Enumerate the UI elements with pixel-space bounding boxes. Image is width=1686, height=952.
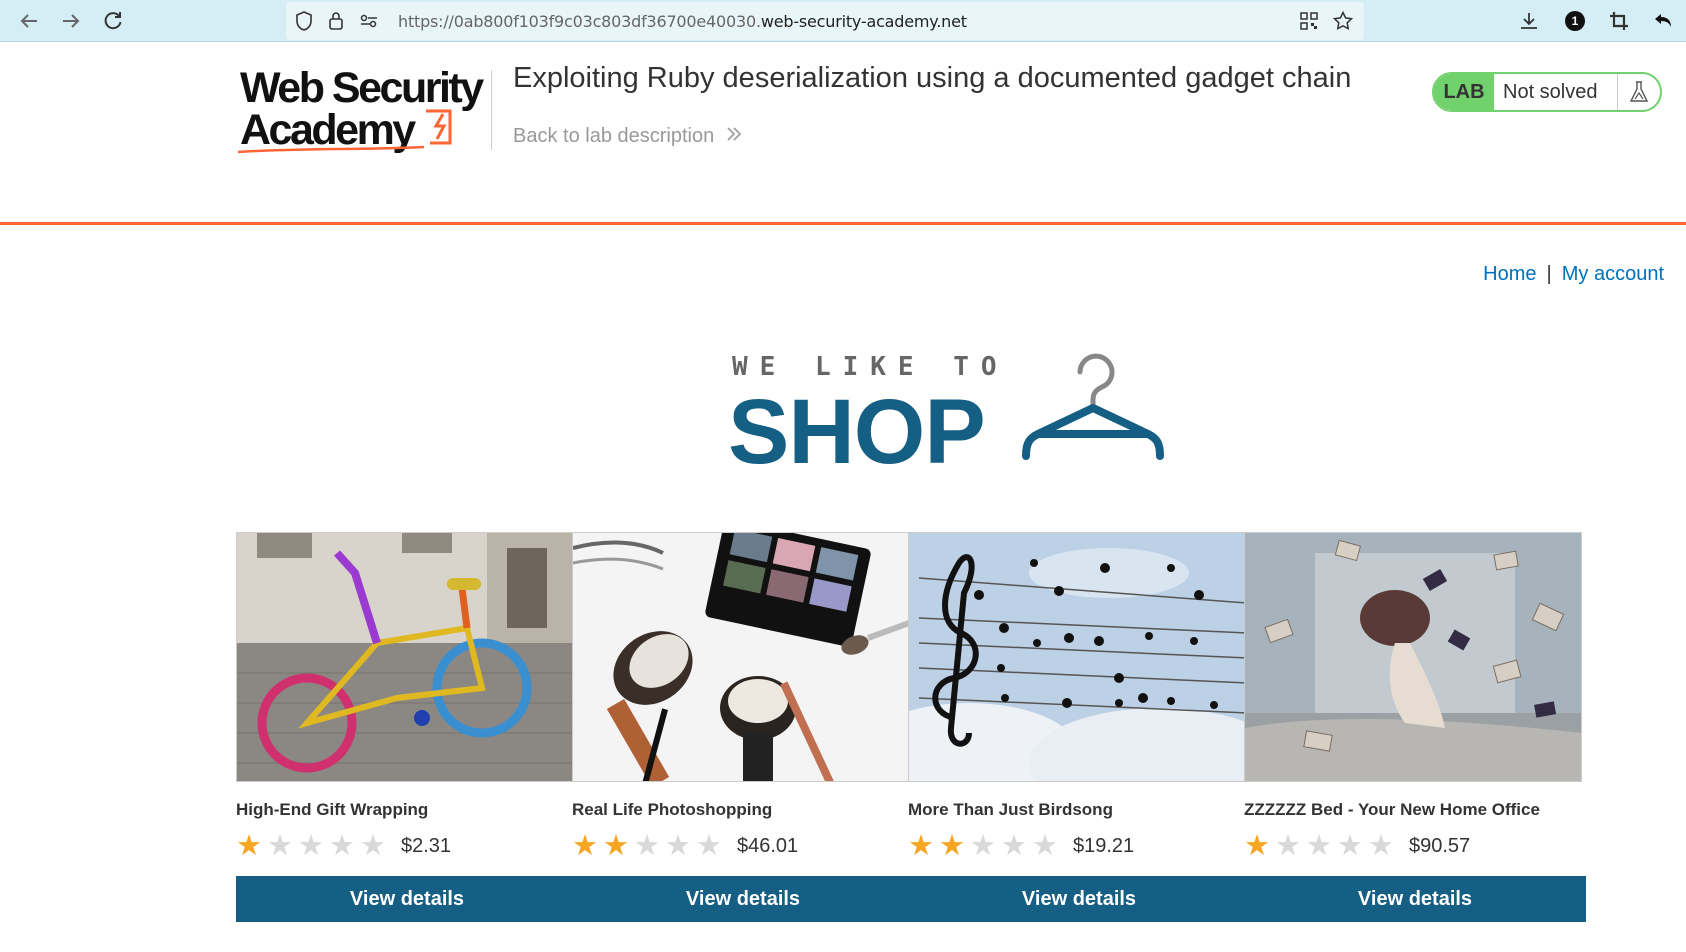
product-rating-row: ★ ★ ★ ★ ★ $46.01 bbox=[572, 830, 914, 862]
product-name: High-End Gift Wrapping bbox=[236, 800, 429, 819]
lab-label: LAB bbox=[1434, 74, 1494, 110]
product-price: $19.21 bbox=[1073, 834, 1135, 857]
star-empty-icon: ★ bbox=[970, 830, 996, 862]
product-card: High-End Gift Wrapping ★ ★ ★ ★ ★ $2.31 View … bbox=[236, 532, 578, 922]
hero-title: SHOP bbox=[728, 381, 986, 483]
my-account-link[interactable]: My account bbox=[1562, 263, 1664, 285]
extension-badge-icon[interactable]: 1 bbox=[1562, 8, 1588, 34]
back-icon[interactable] bbox=[14, 7, 44, 35]
product-price: $90.57 bbox=[1409, 834, 1471, 857]
view-details-button[interactable]: View details bbox=[1244, 876, 1586, 922]
product-price: $46.01 bbox=[737, 834, 799, 857]
product-price: $2.31 bbox=[401, 834, 452, 857]
flask-icon bbox=[1618, 74, 1660, 110]
star-empty-icon: ★ bbox=[298, 830, 324, 862]
star-filled-icon: ★ bbox=[908, 830, 934, 862]
shop-hero: WE LIKE TO SHOP bbox=[728, 350, 1168, 483]
star-empty-icon: ★ bbox=[1275, 830, 1301, 862]
svg-text:Academy: Academy bbox=[240, 106, 416, 154]
star-empty-icon: ★ bbox=[329, 830, 355, 862]
star-filled-icon: ★ bbox=[939, 830, 965, 862]
lab-header: Web Security Academy Exploiting Ruby des… bbox=[0, 42, 1686, 225]
product-grid: High-End Gift Wrapping ★ ★ ★ ★ ★ $2.31 View … bbox=[236, 532, 1662, 932]
back-link-label: Back to lab description bbox=[513, 125, 715, 147]
star-empty-icon: ★ bbox=[634, 830, 660, 862]
view-details-button[interactable]: View details bbox=[572, 876, 914, 922]
bookmark-star-icon[interactable] bbox=[1332, 10, 1354, 32]
star-rating: ★ ★ ★ ★ ★ bbox=[236, 830, 391, 862]
product-card: ZZZZZZ Bed - Your New Home Office ★ ★ ★ ★ ★ … bbox=[1244, 532, 1586, 922]
product-card: More Than Just Birdsong ★ ★ ★ ★ ★ $19.21 Vie… bbox=[908, 532, 1250, 922]
address-bar[interactable]: https://0ab800f103f9c03c803df36700e40030… bbox=[286, 2, 1364, 40]
url-text: https://0ab800f103f9c03c803df36700e40030… bbox=[398, 12, 967, 31]
star-empty-icon: ★ bbox=[665, 830, 691, 862]
star-empty-icon: ★ bbox=[1001, 830, 1027, 862]
star-empty-icon: ★ bbox=[1306, 830, 1332, 862]
star-filled-icon: ★ bbox=[1244, 830, 1270, 862]
star-rating: ★ ★ ★ ★ ★ bbox=[572, 830, 727, 862]
star-rating: ★ ★ ★ ★ ★ bbox=[1244, 830, 1399, 862]
lock-icon[interactable] bbox=[326, 11, 346, 31]
product-card: Real Life Photoshopping ★ ★ ★ ★ ★ $46.01 Vie… bbox=[572, 532, 914, 922]
product-image[interactable] bbox=[572, 532, 910, 782]
site-permissions-icon[interactable] bbox=[358, 11, 380, 31]
lab-status-badge: LAB Not solved bbox=[1432, 72, 1662, 112]
star-empty-icon: ★ bbox=[1337, 830, 1363, 862]
hero-tagline: WE LIKE TO bbox=[732, 352, 1009, 382]
double-chevron-right-icon bbox=[726, 125, 742, 148]
web-security-academy-logo[interactable]: Web Security Academy bbox=[236, 64, 496, 164]
logo-divider bbox=[491, 70, 492, 150]
reload-icon[interactable] bbox=[98, 7, 128, 35]
star-empty-icon: ★ bbox=[360, 830, 386, 862]
product-name: Real Life Photoshopping bbox=[572, 800, 773, 819]
product-rating-row: ★ ★ ★ ★ ★ $90.57 bbox=[1244, 830, 1586, 862]
hanger-icon bbox=[1020, 346, 1170, 469]
browser-toolbar: https://0ab800f103f9c03c803df36700e40030… bbox=[0, 0, 1686, 42]
download-icon[interactable] bbox=[1516, 8, 1542, 34]
shield-icon[interactable] bbox=[294, 11, 314, 31]
forward-icon[interactable] bbox=[56, 7, 86, 35]
undo-arrow-icon[interactable] bbox=[1650, 8, 1676, 34]
star-filled-icon: ★ bbox=[572, 830, 598, 862]
product-image[interactable] bbox=[236, 532, 574, 782]
view-details-button[interactable]: View details bbox=[236, 876, 578, 922]
lab-status-text: Not solved bbox=[1494, 74, 1618, 110]
product-name: ZZZZZZ Bed - Your New Home Office bbox=[1244, 800, 1540, 819]
star-filled-icon: ★ bbox=[603, 830, 629, 862]
star-empty-icon: ★ bbox=[696, 830, 722, 862]
product-rating-row: ★ ★ ★ ★ ★ $19.21 bbox=[908, 830, 1250, 862]
view-details-button[interactable]: View details bbox=[908, 876, 1250, 922]
home-link[interactable]: Home bbox=[1483, 263, 1536, 285]
lab-title: Exploiting Ruby deserialization using a … bbox=[513, 62, 1352, 94]
product-name: More Than Just Birdsong bbox=[908, 800, 1113, 819]
qr-code-icon[interactable] bbox=[1298, 10, 1320, 32]
product-image[interactable] bbox=[1244, 532, 1582, 782]
back-to-lab-description-link[interactable]: Back to lab description bbox=[513, 125, 742, 148]
star-rating: ★ ★ ★ ★ ★ bbox=[908, 830, 1063, 862]
star-filled-icon: ★ bbox=[236, 830, 262, 862]
product-rating-row: ★ ★ ★ ★ ★ $2.31 bbox=[236, 830, 578, 862]
crop-icon[interactable] bbox=[1606, 8, 1632, 34]
star-empty-icon: ★ bbox=[267, 830, 293, 862]
star-empty-icon: ★ bbox=[1368, 830, 1394, 862]
nav-separator: | bbox=[1546, 263, 1552, 285]
top-nav: Home | My account bbox=[1483, 263, 1664, 286]
product-image[interactable] bbox=[908, 532, 1246, 782]
svg-text:Web Security: Web Security bbox=[240, 64, 484, 112]
star-empty-icon: ★ bbox=[1032, 830, 1058, 862]
